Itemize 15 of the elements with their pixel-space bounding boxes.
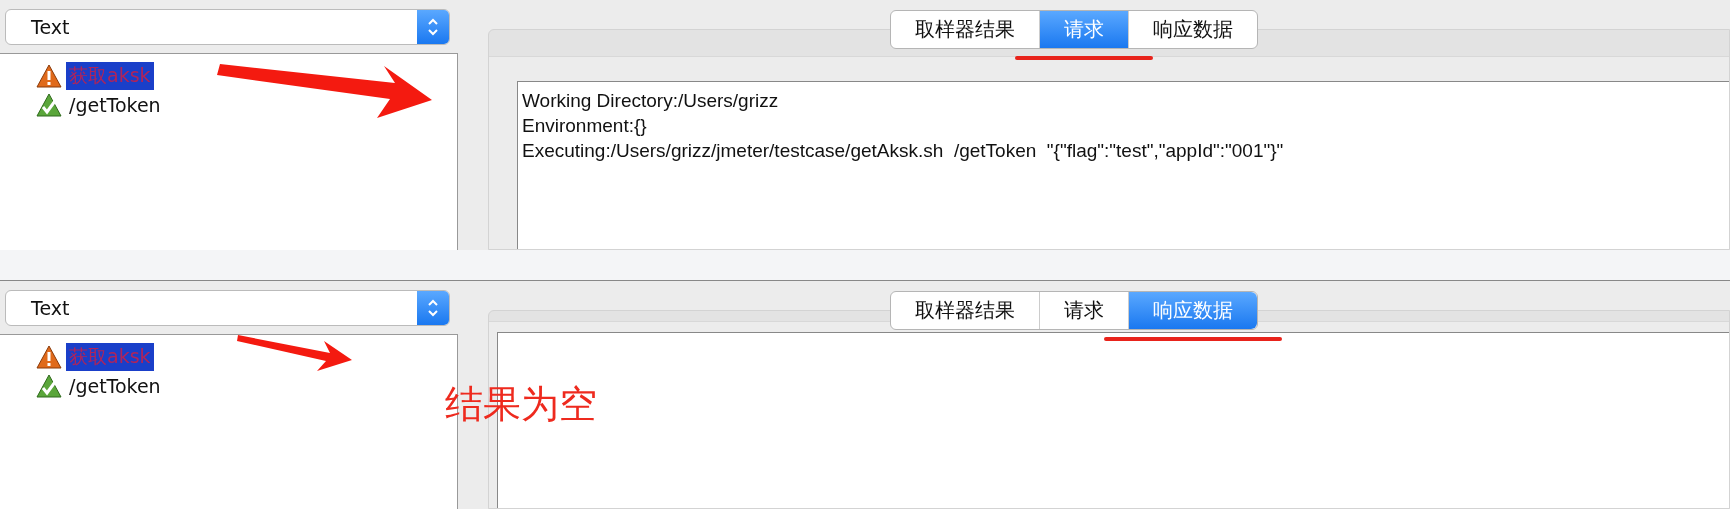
warning-icon <box>36 344 62 369</box>
view-select[interactable]: Text <box>5 9 450 45</box>
text-line: Executing:/Users/grizz/jmeter/testcase/getAksk.sh /getToken "{"flag":"test","appId":"001"}" <box>522 139 1285 163</box>
tree-item[interactable]: /getToken <box>66 92 164 117</box>
text-line: Environment:{} <box>522 114 648 138</box>
annotation-text: 结果为空 <box>445 381 597 428</box>
stepper-icon <box>426 298 440 318</box>
check-icon <box>36 373 62 398</box>
stepper-icon <box>426 17 440 37</box>
tab[interactable]: 响应数据 <box>1129 11 1257 48</box>
view-select[interactable]: Text <box>5 290 450 326</box>
tree-item[interactable]: /getToken <box>66 373 164 398</box>
warning-icon <box>36 63 62 88</box>
check-icon <box>36 92 62 117</box>
text-line: Working Directory:/Users/grizz <box>522 89 780 113</box>
